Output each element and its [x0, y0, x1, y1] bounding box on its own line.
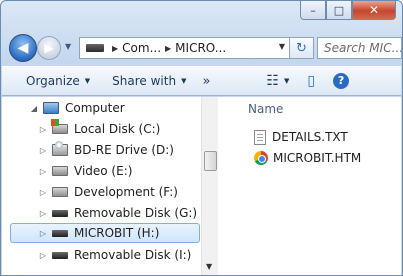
- tree-item-removable-disk-g[interactable]: ▷ Removable Disk (G:): [38, 203, 199, 223]
- expand-arrow-icon[interactable]: ▷: [38, 125, 48, 134]
- tree-item-label: Removable Disk (I:): [74, 248, 192, 262]
- navigation-scrollbar[interactable]: ▼: [201, 97, 218, 275]
- scrollbar-thumb[interactable]: [204, 151, 217, 171]
- scroll-down-icon[interactable]: ▼: [206, 262, 212, 271]
- usb-drive-icon: [52, 209, 68, 217]
- breadcrumb-computer[interactable]: Com...: [122, 41, 161, 55]
- tree-item-microbit-h[interactable]: ▷ MICROBIT (H:): [10, 223, 200, 243]
- tree-item-label: Removable Disk (G:): [74, 206, 198, 220]
- tree-item-local-disk-c[interactable]: ▷ Local Disk (C:): [38, 119, 199, 139]
- tree-item-label: MICROBIT (H:): [74, 226, 160, 240]
- organize-button[interactable]: Organize ▼: [20, 69, 96, 93]
- views-icon: ☷: [266, 73, 279, 89]
- share-with-button[interactable]: Share with ▼: [106, 69, 192, 93]
- tree-item-computer[interactable]: ◢ Computer: [29, 98, 199, 118]
- change-view-button[interactable]: ☷ ▼: [260, 69, 295, 93]
- refresh-button[interactable]: ↻: [290, 37, 314, 59]
- back-button[interactable]: ◀: [9, 34, 37, 62]
- breadcrumb-separator[interactable]: ▶: [112, 44, 118, 53]
- column-header-name[interactable]: Name: [248, 102, 283, 116]
- share-with-label: Share with: [112, 74, 177, 88]
- expand-arrow-icon[interactable]: ▷: [38, 167, 48, 176]
- chrome-icon: [254, 151, 268, 165]
- more-commands-button[interactable]: »: [196, 69, 216, 93]
- organize-label: Organize: [26, 74, 80, 88]
- tree-item-video-e[interactable]: ▷ Video (E:): [38, 161, 199, 181]
- chevron-down-icon: ▼: [181, 77, 187, 85]
- file-list-pane: Name DETAILS.TXT MICROBIT.HTM: [218, 97, 401, 275]
- explorer-panes: ◢ Computer ▷ Local Disk (C:) ▷ BD-RE Dri…: [2, 97, 401, 275]
- caption-buttons: – □ ✕: [300, 1, 396, 21]
- text-file-icon: [254, 129, 266, 145]
- tree-item-label: Local Disk (C:): [74, 122, 161, 136]
- expand-arrow-icon[interactable]: ▷: [38, 188, 48, 197]
- tree-item-development-f[interactable]: ▷ Development (F:): [38, 182, 199, 202]
- forward-button[interactable]: ▶: [37, 36, 61, 60]
- search-input[interactable]: Search MIC...: [317, 37, 402, 59]
- navigation-pane: ◢ Computer ▷ Local Disk (C:) ▷ BD-RE Dri…: [2, 97, 200, 275]
- tree-item-label: BD-RE Drive (D:): [74, 143, 174, 157]
- tree-item-label: Video (E:): [74, 164, 133, 178]
- explorer-window: – □ ✕ ◀ ▶ ▼ ▶ Com... ▶ MICRO... ▼ ↻ Sear…: [0, 0, 403, 276]
- preview-pane-icon: ▯: [307, 73, 316, 89]
- file-name: DETAILS.TXT: [272, 130, 348, 144]
- tree-item-bd-re-drive-d[interactable]: ▷ BD-RE Drive (D:): [38, 140, 199, 160]
- hard-disk-icon: [51, 119, 68, 134]
- breadcrumb-separator[interactable]: ▶: [165, 44, 171, 53]
- address-dropdown[interactable]: ▼: [279, 42, 285, 51]
- expand-arrow-icon[interactable]: ▷: [38, 146, 48, 155]
- address-bar[interactable]: ▶ Com... ▶ MICRO... ▼: [79, 37, 290, 59]
- chevron-down-icon: ▼: [84, 77, 91, 85]
- chevron-down-icon: ▼: [283, 77, 290, 85]
- file-name: MICROBIT.HTM: [273, 151, 362, 165]
- recent-pages-dropdown[interactable]: ▼: [65, 42, 75, 52]
- file-item-details-txt[interactable]: DETAILS.TXT: [254, 128, 348, 146]
- computer-icon: [43, 102, 59, 114]
- file-item-microbit-htm[interactable]: MICROBIT.HTM: [254, 149, 361, 167]
- usb-drive-icon: [52, 229, 68, 237]
- hard-disk-icon: [52, 166, 68, 176]
- close-button[interactable]: ✕: [352, 1, 396, 20]
- hard-disk-icon: [52, 187, 68, 197]
- help-icon: ?: [333, 73, 350, 89]
- expand-arrow-icon[interactable]: ▷: [38, 209, 48, 218]
- tree-item-removable-disk-i[interactable]: ▷ Removable Disk (I:): [38, 245, 199, 265]
- maximize-button[interactable]: □: [326, 1, 352, 20]
- expand-arrow-icon[interactable]: ▷: [38, 251, 48, 260]
- navigation-bar: ◀ ▶ ▼ ▶ Com... ▶ MICRO... ▼ ↻ Search MIC…: [7, 34, 402, 62]
- optical-drive-icon: [52, 141, 68, 156]
- usb-drive-icon: [86, 44, 104, 52]
- tree-item-label: Development (F:): [74, 185, 178, 199]
- minimize-button[interactable]: –: [300, 1, 326, 20]
- usb-drive-icon: [52, 251, 68, 259]
- command-bar: Organize ▼ Share with ▼ » ☷ ▼ ▯ ?: [2, 66, 401, 96]
- tree-item-label: Computer: [65, 101, 125, 115]
- breadcrumb-microbit[interactable]: MICRO...: [175, 41, 226, 55]
- expand-arrow-icon[interactable]: ▷: [38, 229, 48, 238]
- expanded-arrow-icon[interactable]: ◢: [29, 104, 39, 113]
- help-button[interactable]: ?: [327, 69, 355, 93]
- preview-pane-button[interactable]: ▯: [301, 69, 321, 93]
